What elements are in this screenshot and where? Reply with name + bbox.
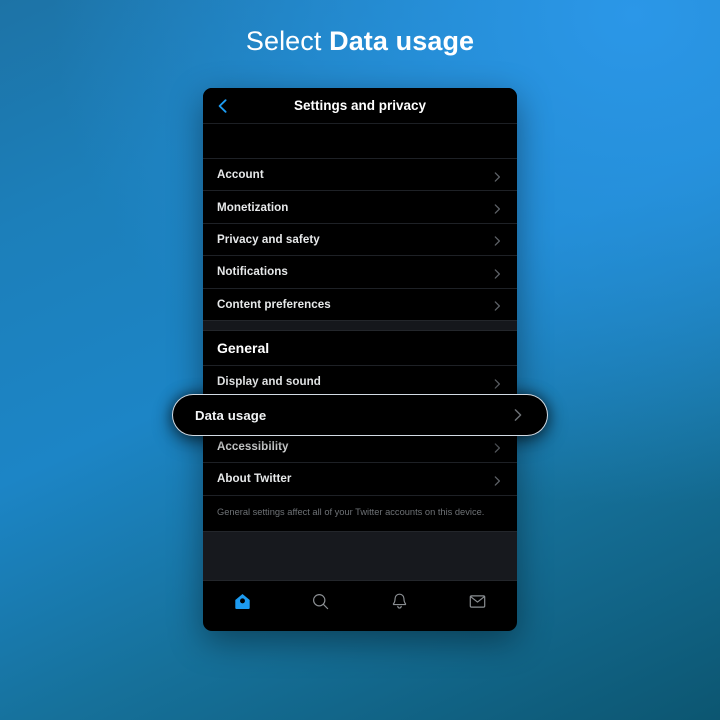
list-item-label: Account	[217, 168, 264, 182]
list-item-label: Monetization	[217, 200, 289, 214]
tab-search[interactable]	[282, 581, 361, 622]
settings-footnote: General settings affect all of your Twit…	[203, 494, 517, 531]
list-item-label: About Twitter	[217, 472, 292, 486]
empty-area	[203, 530, 517, 581]
chevron-right-icon	[511, 408, 525, 422]
chevron-right-icon	[492, 169, 503, 182]
list-item-label: Notifications	[217, 265, 288, 279]
list-item-monetization[interactable]: Monetization	[203, 190, 517, 222]
chevron-right-icon	[492, 202, 503, 214]
tab-home[interactable]	[203, 581, 282, 622]
chevron-right-icon	[492, 299, 503, 311]
list-item-label: Privacy and safety	[217, 232, 320, 246]
search-icon	[311, 592, 330, 611]
bottom-tab-bar	[203, 580, 518, 622]
chevron-right-icon	[492, 473, 503, 486]
list-item-label: Accessibility	[217, 439, 289, 453]
highlighted-option-label: Data usage	[195, 407, 267, 423]
chevron-right-icon	[492, 266, 503, 279]
page-title-prefix: Select	[245, 26, 330, 56]
highlighted-option-data-usage[interactable]: Data usage	[172, 394, 548, 436]
app-bar-title: Settings and privacy	[293, 98, 427, 113]
list-item-account[interactable]: Account	[203, 158, 517, 190]
settings-group-primary: Account Monetization Privacy and safety	[203, 158, 517, 320]
page-title: Select Data usage	[0, 26, 720, 57]
envelope-icon	[468, 592, 487, 611]
phone-screen: Settings and privacy Account Monetizatio…	[203, 88, 517, 631]
bell-icon	[390, 592, 409, 611]
section-heading-general: General	[203, 330, 517, 365]
top-spacer	[203, 124, 517, 158]
section-heading-label: General	[217, 339, 270, 356]
list-item-label: Content preferences	[217, 297, 331, 311]
page-title-emphasis: Data usage	[329, 26, 475, 56]
list-item-privacy-and-safety[interactable]: Privacy and safety	[203, 222, 517, 255]
chevron-right-icon	[492, 234, 503, 247]
chevron-right-icon	[492, 441, 503, 454]
list-item-label: Display and sound	[217, 375, 321, 389]
list-item-display-and-sound[interactable]: Display and sound	[203, 364, 517, 397]
section-divider	[203, 319, 517, 331]
list-item-about-twitter[interactable]: About Twitter	[203, 462, 517, 494]
app-bar: Settings and privacy	[203, 88, 517, 124]
list-item-notifications[interactable]: Notifications	[203, 255, 517, 287]
tab-messages[interactable]	[439, 581, 518, 622]
chevron-right-icon	[492, 376, 503, 389]
home-icon	[233, 592, 252, 611]
list-item-content-preferences[interactable]: Content preferences	[203, 287, 517, 320]
tab-notifications[interactable]	[360, 581, 439, 622]
